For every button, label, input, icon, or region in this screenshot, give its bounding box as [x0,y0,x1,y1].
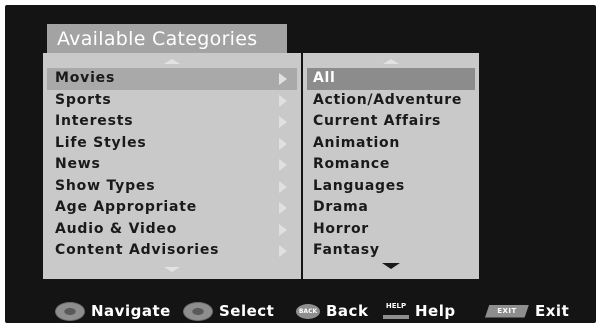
category-label: Show Types [55,177,156,194]
exit-button-icon: EXIT [485,304,529,318]
chevron-right-icon [279,159,287,171]
subcategory-item-romance[interactable]: Romance [307,154,475,176]
hint-label: Navigate [91,302,171,320]
dpad-ok-icon [183,301,213,321]
tv-screen: Available Categories Movies Sports Inter… [5,5,596,323]
hint-label: Help [415,302,456,320]
scroll-down-icon [164,267,180,272]
subcategory-list: All Action/Adventure Current Affairs Ani… [307,68,475,262]
scroll-up-icon [383,59,399,64]
hint-label: Exit [535,302,570,320]
category-label: Content Advisories [55,242,220,258]
chevron-right-icon [279,73,287,85]
subcategory-item-languages[interactable]: Languages [307,176,475,198]
dpad-icon [55,301,85,321]
scroll-down-icon[interactable] [382,263,400,269]
subcategory-item-current-affairs[interactable]: Current Affairs [307,111,475,133]
category-item-news[interactable]: News [47,154,297,176]
category-label: Age Appropriate [55,199,197,215]
subcategory-item-all[interactable]: All [307,68,475,90]
category-item-life-styles[interactable]: Life Styles [47,133,297,155]
chevron-right-icon [279,245,287,257]
hint-navigate: Navigate [55,300,171,322]
category-item-show-types[interactable]: Show Types [47,176,297,198]
hint-back: BACK Back [296,300,368,322]
subcategory-item-animation[interactable]: Animation [307,133,475,155]
category-item-interests[interactable]: Interests [47,111,297,133]
chevron-right-icon [279,116,287,128]
chevron-right-icon [279,223,287,236]
help-button-icon: HELP [383,303,409,319]
back-button-icon: BACK [296,303,320,319]
hint-label: Select [219,302,275,320]
hint-exit: EXIT Exit [485,300,569,322]
subcategory-item-action-adventure[interactable]: Action/Adventure [307,90,475,112]
category-item-age-appropriate[interactable]: Age Appropriate [47,197,297,219]
category-label: Audio & Video [55,220,178,237]
chevron-right-icon [279,94,287,107]
chevron-right-icon [279,137,287,150]
subcategory-item-fantasy[interactable]: Fantasy [307,240,475,262]
category-item-audio-video[interactable]: Audio & Video [47,219,297,241]
key-hints-bar: Navigate Select BACK Back HELP Help EXIT… [5,300,596,322]
category-label: Interests [55,113,134,129]
scroll-up-icon [164,59,180,64]
page-title: Available Categories [47,24,287,54]
category-label: Sports [55,91,112,108]
subcategory-panel: All Action/Adventure Current Affairs Ani… [303,53,479,279]
subcategory-item-drama[interactable]: Drama [307,197,475,219]
category-label: Life Styles [55,134,147,151]
hint-label: Back [326,302,369,320]
hint-help: HELP Help [383,300,456,322]
chevron-right-icon [279,180,287,193]
category-item-content-advisories[interactable]: Content Advisories [47,240,297,262]
category-label: News [55,156,101,172]
hint-select: Select [183,300,274,322]
category-panel: Movies Sports Interests Life Styles News… [43,53,301,279]
category-item-sports[interactable]: Sports [47,90,297,112]
category-label: Movies [55,70,116,86]
subcategory-item-horror[interactable]: Horror [307,219,475,241]
chevron-right-icon [279,202,287,214]
category-list: Movies Sports Interests Life Styles News… [47,68,297,262]
category-item-movies[interactable]: Movies [47,68,297,90]
